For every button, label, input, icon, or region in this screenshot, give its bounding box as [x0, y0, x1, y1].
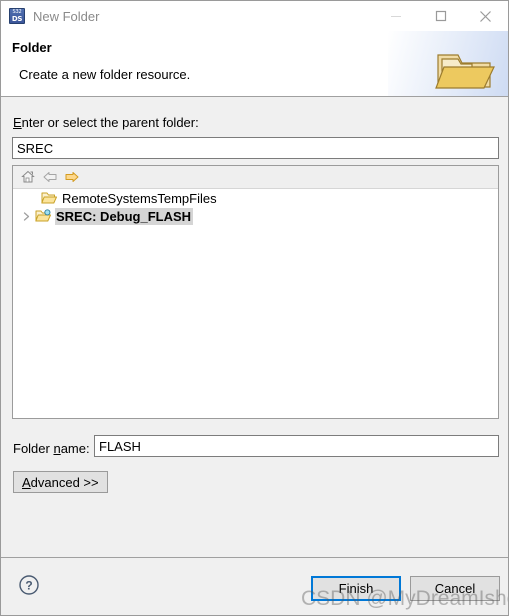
open-folder-linked-glyph — [35, 209, 51, 222]
window-controls — [373, 1, 508, 31]
new-folder-dialog: S32 DS New Folder Folder Create a new fo… — [0, 0, 509, 616]
forward-button[interactable] — [61, 167, 83, 187]
window-title: New Folder — [33, 8, 100, 24]
cancel-button[interactable]: Cancel — [410, 576, 500, 601]
advanced-button-mnemonic: A — [22, 474, 31, 490]
tree-toolbar — [13, 166, 498, 189]
tree-item-label: RemoteSystemsTempFiles — [62, 190, 217, 206]
folder-banner-image — [435, 54, 495, 89]
advanced-button-label: dvanced >> — [30, 474, 99, 490]
title-bar: S32 DS New Folder — [1, 1, 508, 31]
page-description: Create a new folder resource. — [19, 67, 191, 82]
close-button[interactable] — [463, 1, 508, 31]
minimize-button[interactable] — [373, 1, 418, 31]
parent-folder-label-text: nter or select the parent folder: — [21, 115, 199, 130]
app-icon-line2: DS — [11, 15, 23, 23]
folder-name-input[interactable] — [94, 435, 499, 457]
back-button[interactable] — [39, 167, 61, 187]
chevron-right-icon — [23, 211, 30, 221]
s32ds-app-icon: S32 DS — [9, 8, 25, 24]
tree-list: RemoteSystemsTempFiles SREC: Debug_FLASH — [13, 189, 498, 225]
maximize-button[interactable] — [418, 1, 463, 31]
parent-folder-label: Enter or select the parent folder: — [13, 115, 199, 130]
dialog-footer: ? Finish Cancel — [1, 557, 508, 615]
parent-folder-input[interactable] — [12, 137, 499, 159]
parent-folder-label-mnemonic: E — [13, 115, 22, 130]
page-title: Folder — [12, 40, 52, 55]
tree-item-srec-debug-flash[interactable]: SREC: Debug_FLASH — [13, 207, 498, 225]
folder-name-label-a: Folder — [13, 441, 54, 456]
back-arrow-icon — [43, 172, 57, 182]
home-button[interactable] — [17, 167, 39, 187]
expand-chevron-icon[interactable] — [19, 208, 34, 224]
open-folder-linked-icon — [34, 208, 52, 224]
folder-tree-panel: RemoteSystemsTempFiles SREC: Debug_FLASH — [12, 165, 499, 419]
help-button[interactable]: ? — [18, 574, 40, 596]
close-icon — [480, 10, 491, 22]
forward-arrow-icon — [65, 172, 79, 182]
folder-name-label-b: ame: — [60, 441, 90, 456]
wizard-header: Folder Create a new folder resource. — [1, 31, 508, 97]
dialog-body: Enter or select the parent folder: SREC … — [1, 97, 508, 556]
advanced-button[interactable]: Advanced >> — [13, 471, 108, 493]
tree-item-label: SREC: Debug_FLASH — [55, 207, 194, 225]
folder-name-label: Folder name: — [13, 441, 90, 456]
finish-button[interactable]: Finish — [311, 576, 401, 601]
folder-name-label-mnemonic: n — [53, 441, 61, 456]
open-folder-icon — [40, 190, 58, 206]
svg-text:?: ? — [25, 579, 32, 593]
open-folder-glyph — [41, 192, 57, 204]
tree-item-remotesystemstempfiles[interactable]: RemoteSystemsTempFiles — [13, 189, 498, 207]
maximize-icon — [435, 10, 446, 22]
home-icon — [21, 170, 35, 183]
minimize-icon — [390, 16, 401, 17]
